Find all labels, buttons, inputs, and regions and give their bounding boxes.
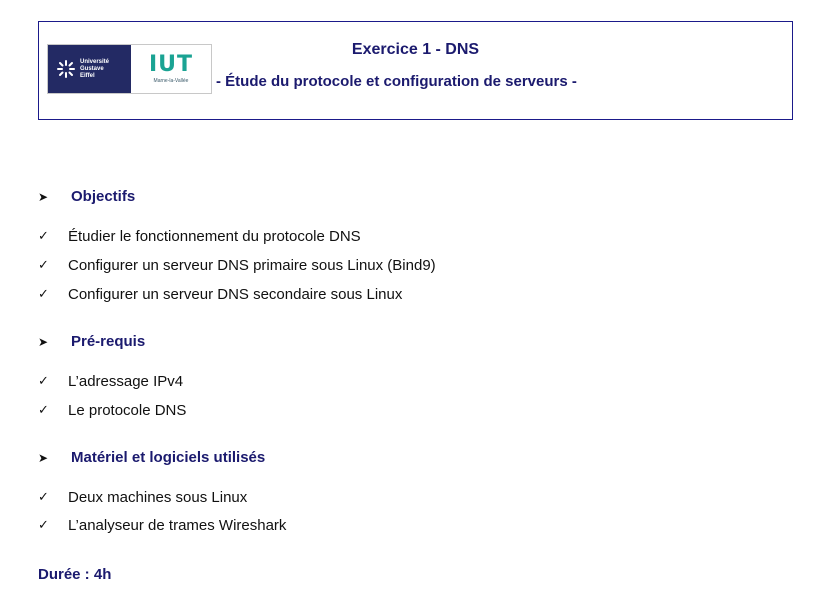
page-subtitle: - Étude du protocole et configuration de…	[216, 73, 577, 90]
university-logo-line: Eiffel	[80, 72, 95, 79]
university-logo-text: Université Gustave Eiffel	[80, 59, 109, 80]
page-title: Exercice 1 - DNS	[351, 41, 480, 58]
section-heading-label: Objectifs	[71, 188, 136, 205]
university-logo-line: Gustave	[80, 65, 104, 72]
section-heading-materiel: ➤ Matériel et logiciels utilisés	[38, 449, 265, 466]
checkmark-icon: ✓	[38, 518, 49, 533]
arrowhead-icon: ➤	[38, 334, 49, 349]
university-logo-line: Université	[80, 58, 110, 65]
checkmark-icon: ✓	[38, 258, 49, 273]
section-heading-prerequis: ➤ Pré-requis	[38, 333, 145, 350]
list-item-text: Configurer un serveur DNS secondaire sou…	[68, 286, 403, 303]
checkmark-icon: ✓	[38, 374, 49, 389]
document-header: Université Gustave Eiffel IUT Marne-la-V…	[38, 21, 793, 120]
checkmark-icon: ✓	[38, 229, 49, 244]
list-item-text: Deux machines sous Linux	[68, 489, 248, 506]
list-item: ✓ Deux machines sous Linux	[38, 489, 247, 506]
list-item-text: L’analyseur de trames Wireshark	[68, 517, 287, 534]
list-item-text: Étudier le fonctionnement du protocole D…	[68, 228, 361, 245]
iut-logo-subtitle: Marne-la-Vallée	[153, 78, 189, 84]
duration-label: Durée : 4h	[38, 566, 112, 583]
section-heading-objectifs: ➤ Objectifs	[38, 188, 135, 205]
university-emblem-icon	[57, 60, 75, 78]
section-heading-label: Matériel et logiciels utilisés	[71, 449, 266, 466]
checkmark-icon: ✓	[38, 490, 49, 505]
list-item: ✓ Configurer un serveur DNS secondaire s…	[38, 286, 402, 303]
list-item: ✓ Étudier le fonctionnement du protocole…	[38, 228, 361, 245]
list-item-text: Le protocole DNS	[68, 402, 187, 419]
checkmark-icon: ✓	[38, 287, 49, 302]
list-item-text: L’adressage IPv4	[68, 373, 184, 390]
list-item: ✓ L’analyseur de trames Wireshark	[38, 517, 286, 534]
arrowhead-icon: ➤	[38, 450, 49, 465]
arrowhead-icon: ➤	[38, 189, 49, 204]
list-item: ✓ Le protocole DNS	[38, 402, 186, 419]
list-item-text: Configurer un serveur DNS primaire sous …	[68, 257, 436, 274]
section-heading-label: Pré-requis	[71, 333, 146, 350]
checkmark-icon: ✓	[38, 403, 49, 418]
list-item: ✓ L’adressage IPv4	[38, 373, 183, 390]
list-item: ✓ Configurer un serveur DNS primaire sou…	[38, 257, 436, 274]
